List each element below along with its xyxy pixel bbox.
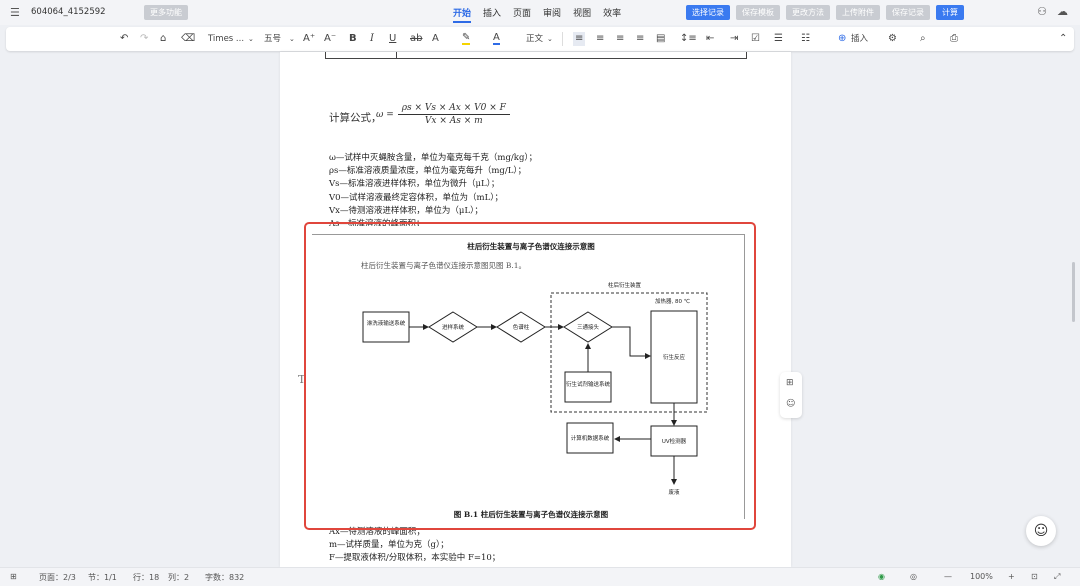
tab-view[interactable]: 视图 bbox=[573, 6, 591, 23]
hamburger-menu-icon[interactable]: ☰ bbox=[10, 6, 20, 19]
insert-plus-icon[interactable]: ⊕ bbox=[838, 32, 846, 46]
zoom-out-icon[interactable]: — bbox=[944, 572, 952, 581]
definition-line: m—试样质量，单位为克（g）； bbox=[329, 540, 449, 551]
formatting-toolbar: ↶ ↷ ⌂ ⌫ Times ... ⌄ 五号 ⌄ A⁺ A⁻ B I U ab … bbox=[6, 27, 1074, 51]
redo-icon[interactable]: ↷ bbox=[140, 32, 148, 46]
text-effect-icon[interactable]: A bbox=[432, 32, 439, 46]
indent-decrease-icon[interactable]: ⇤ bbox=[706, 32, 714, 46]
justify-icon[interactable]: ≡ bbox=[636, 32, 644, 46]
italic-icon[interactable]: I bbox=[370, 32, 374, 46]
calculation-formula: ω = ρs × Vs × Ax × V0 × F Vx × As × m bbox=[376, 103, 510, 126]
tab-start[interactable]: 开始 bbox=[453, 6, 472, 23]
eye-icon[interactable]: ◎ bbox=[910, 572, 917, 581]
document-name: 604064_4152592 bbox=[31, 7, 106, 17]
fit-width-icon[interactable]: ⊡ bbox=[1031, 572, 1038, 581]
undo-icon[interactable]: ↶ bbox=[120, 32, 128, 46]
comment-add-icon[interactable]: ⊞ bbox=[786, 378, 794, 388]
title-bar: ☰ 604064_4152592 更多功能 开始 插入 页面 审阅 视图 效率 … bbox=[0, 0, 1080, 25]
column-indicator: 列：2 bbox=[168, 573, 190, 582]
zoom-level[interactable]: 100% bbox=[970, 572, 993, 581]
ai-assistant-avatar-icon[interactable]: ☺ bbox=[1026, 516, 1056, 546]
definition-line: Vx—待测溶液进样体积，单位为（μL）； bbox=[329, 205, 483, 216]
search-icon[interactable]: ⌕ bbox=[920, 32, 926, 46]
grow-font-icon[interactable]: A⁺ bbox=[303, 32, 315, 46]
table-fragment bbox=[325, 52, 747, 59]
definition-line: V0—试样溶液最终定容体积，单位为（mL）； bbox=[329, 192, 504, 203]
cloud-icon[interactable]: ☁ bbox=[1057, 5, 1068, 18]
record-actions: 选择记录 保存模板 更改方法 上传附件 保存记录 计算 bbox=[686, 5, 964, 20]
font-size-select[interactable]: 五号 bbox=[264, 32, 281, 46]
section-indicator: 节：1/1 bbox=[88, 573, 117, 582]
more-features-button[interactable]: 更多功能 bbox=[144, 5, 188, 20]
bold-icon[interactable]: B bbox=[349, 32, 357, 46]
definition-line: F—提取液体积/分取体积，本实验中 F=10； bbox=[329, 553, 501, 564]
emoji-icon[interactable]: ☺ bbox=[786, 399, 795, 409]
tab-efficiency[interactable]: 效率 bbox=[603, 6, 621, 23]
image-selection-highlight bbox=[304, 222, 756, 530]
upload-attachment-button[interactable]: 上传附件 bbox=[836, 5, 880, 20]
variable-definitions: ω—试样中灭蝇胺含量，单位为毫克每千克（mg/kg）； ρs—标准溶液质量浓度，… bbox=[329, 152, 537, 231]
bullet-list-icon[interactable]: ☰ bbox=[774, 32, 783, 46]
line-spacing-icon[interactable]: ↕≡ bbox=[680, 32, 697, 46]
page-indicator[interactable]: 页面：2/3 bbox=[39, 572, 76, 583]
print-icon[interactable]: ⎙ bbox=[950, 32, 958, 46]
insert-menu-button[interactable]: 插入 bbox=[851, 32, 868, 46]
fullscreen-icon[interactable]: ⤢ bbox=[1054, 572, 1060, 582]
align-center-icon[interactable]: ≡ bbox=[596, 32, 604, 46]
tab-review[interactable]: 审阅 bbox=[543, 6, 561, 23]
row-indicator: 行：18 bbox=[133, 573, 160, 582]
variable-definitions-continued: Ax—待测溶液的峰面积； m—试样质量，单位为克（g）； F—提取液体积/分取体… bbox=[329, 526, 500, 566]
word-count[interactable]: 字数：832 bbox=[205, 572, 244, 583]
select-record-button[interactable]: 选择记录 bbox=[686, 5, 730, 20]
chevron-down-icon[interactable]: ⌄ bbox=[248, 32, 254, 46]
floating-tool-panel: ⊞ ☺ bbox=[780, 372, 802, 418]
formula-denominator: Vx × As × m bbox=[424, 116, 483, 126]
format-painter-icon[interactable]: ⌂ bbox=[160, 32, 166, 46]
formula-numerator: ρs × Vs × Ax × V0 × F bbox=[397, 103, 510, 115]
save-record-button[interactable]: 保存记录 bbox=[886, 5, 930, 20]
status-bar: ⊞ 页面：2/3 节：1/1 行：18 列：2 字数：832 ◉ ◎ — 100… bbox=[0, 567, 1080, 586]
shrink-font-icon[interactable]: A⁻ bbox=[324, 32, 336, 46]
distribute-icon[interactable]: ▤ bbox=[656, 32, 665, 46]
layout-icon[interactable]: ⊞ bbox=[10, 572, 17, 581]
checkbox-icon[interactable]: ☑ bbox=[751, 32, 760, 46]
tools-icon[interactable]: ⚙ bbox=[888, 32, 897, 46]
eraser-icon[interactable]: ⌫ bbox=[181, 32, 195, 46]
align-right-icon[interactable]: ≡ bbox=[616, 32, 624, 46]
formula-label: 计算公式， bbox=[329, 112, 382, 124]
paragraph-style-select[interactable]: 正文 bbox=[526, 32, 543, 46]
definition-line: Vs—标准溶液进样体积，单位为微升（μL）； bbox=[329, 179, 500, 190]
underline-icon[interactable]: U bbox=[389, 32, 396, 46]
bug-icon[interactable]: ⚇ bbox=[1037, 5, 1047, 18]
change-method-button[interactable]: 更改方法 bbox=[786, 5, 830, 20]
formula-fraction: ρs × Vs × Ax × V0 × F Vx × As × m bbox=[397, 103, 510, 126]
divider bbox=[562, 32, 563, 46]
zoom-in-icon[interactable]: + bbox=[1008, 572, 1015, 581]
chevron-down-icon[interactable]: ⌄ bbox=[289, 32, 295, 46]
definition-line: ρs—标准溶液质量浓度，单位为毫克每升（mg/L）； bbox=[329, 166, 527, 177]
font-color-icon[interactable]: A bbox=[493, 32, 500, 45]
align-left-icon[interactable]: ≡ bbox=[573, 32, 586, 46]
numbered-list-icon[interactable]: ☷ bbox=[801, 32, 810, 46]
formula-prefix: ω = bbox=[376, 109, 394, 120]
highlight-icon[interactable]: ✎ bbox=[462, 32, 471, 45]
title-right-icons: ⚇ ☁ bbox=[1037, 5, 1068, 18]
collapse-toolbar-icon[interactable]: ⌃ bbox=[1059, 32, 1067, 46]
tab-insert[interactable]: 插入 bbox=[483, 6, 501, 23]
calculate-button[interactable]: 计算 bbox=[936, 5, 964, 20]
save-template-button[interactable]: 保存模板 bbox=[736, 5, 780, 20]
font-family-select[interactable]: Times ... bbox=[208, 32, 244, 46]
chevron-down-icon[interactable]: ⌄ bbox=[547, 32, 553, 46]
indent-increase-icon[interactable]: ⇥ bbox=[730, 32, 738, 46]
definition-line: ω—试样中灭蝇胺含量，单位为毫克每千克（mg/kg）； bbox=[329, 153, 538, 163]
strikethrough-icon[interactable]: ab bbox=[410, 32, 422, 46]
shield-icon[interactable]: ◉ bbox=[878, 572, 885, 581]
vertical-scrollbar[interactable] bbox=[1072, 262, 1075, 322]
ribbon-tabs: 开始 插入 页面 审阅 视图 效率 bbox=[453, 6, 621, 23]
tab-page[interactable]: 页面 bbox=[513, 6, 531, 23]
